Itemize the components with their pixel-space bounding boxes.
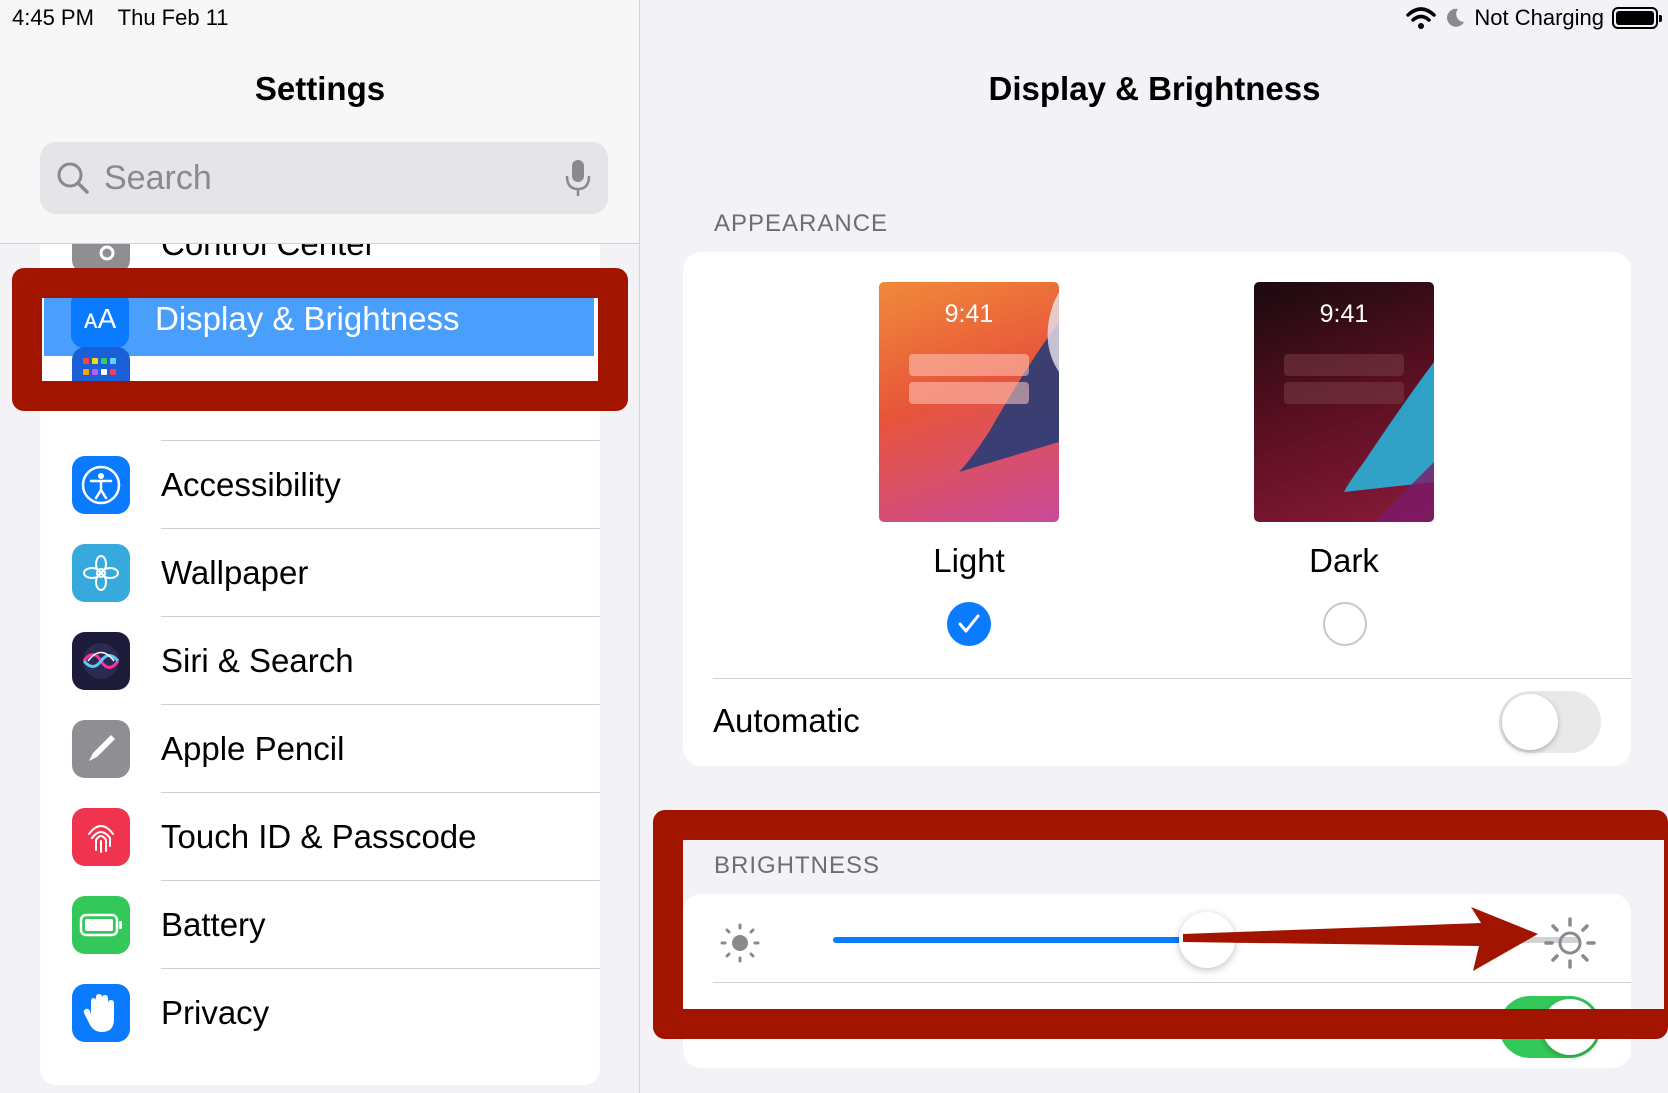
sidebar-item-siri-search[interactable]: Siri & Search <box>40 617 600 705</box>
search-input[interactable]: Search <box>104 159 564 198</box>
search-icon <box>57 162 89 194</box>
sidebar-item-label: Privacy <box>161 994 270 1031</box>
charging-status: Not Charging <box>1474 5 1604 30</box>
preview-time: 9:41 <box>944 300 994 328</box>
dark-mode-radio[interactable] <box>1323 602 1367 646</box>
status-bar-left: 4:45 PM Thu Feb 11 <box>12 5 247 31</box>
dark-mode-label: Dark <box>1309 542 1379 579</box>
light-mode-label: Light <box>933 542 1005 579</box>
status-bar-right: Not Charging <box>1406 5 1662 31</box>
flower-icon <box>72 544 130 602</box>
appearance-card: 9:41 Light 9:41 Dark Automatic <box>683 252 1631 766</box>
pencil-icon <box>72 720 130 778</box>
moon-icon <box>1447 8 1465 27</box>
sidebar-title: Settings <box>254 70 386 107</box>
sidebar-item-label: Battery <box>161 906 266 943</box>
sidebar-item-apple-pencil[interactable]: Apple Pencil <box>40 705 600 793</box>
sidebar-item-wallpaper[interactable]: Wallpaper <box>40 529 600 617</box>
appearance-header: APPEARANCE <box>714 210 889 237</box>
sidebar-header: Settings Search <box>0 0 639 244</box>
preview-time: 9:41 <box>1319 300 1369 328</box>
sidebar-item-touch-id[interactable]: Touch ID & Passcode <box>40 793 600 881</box>
battery-icon <box>72 896 130 954</box>
sidebar-item-label: Siri & Search <box>161 642 354 679</box>
light-mode-preview[interactable]: 9:41 <box>879 282 1059 522</box>
sidebar-item-label: Apple Pencil <box>161 730 345 767</box>
divider <box>713 678 1631 679</box>
sidebar-item-accessibility[interactable]: Accessibility <box>40 441 600 529</box>
siri-icon <box>72 632 130 690</box>
battery-icon <box>1612 7 1662 29</box>
search-bar[interactable]: Search <box>40 142 608 214</box>
wifi-icon <box>1406 7 1437 29</box>
highlight-box-sidebar <box>12 268 628 411</box>
sidebar-item-label: Wallpaper <box>161 554 309 591</box>
fingerprint-icon <box>72 808 130 866</box>
sidebar-item-label: Accessibility <box>161 466 341 503</box>
sidebar-item-battery[interactable]: Battery <box>40 881 600 969</box>
page-title: Display & Brightness <box>988 70 1321 107</box>
sidebar-item-privacy[interactable]: Privacy <box>40 969 600 1057</box>
status-time: 4:45 PM <box>12 5 94 30</box>
status-date: Thu Feb 11 <box>117 5 229 30</box>
dark-mode-preview[interactable]: 9:41 <box>1254 282 1434 522</box>
light-mode-checkmark[interactable] <box>947 602 991 646</box>
microphone-icon[interactable] <box>564 158 592 198</box>
checkmark-icon <box>958 614 980 633</box>
automatic-label: Automatic <box>713 702 860 739</box>
annotation-arrow <box>1183 907 1538 971</box>
detail-pane: Display & Brightness APPEARANCE 9:41 Lig… <box>641 0 1668 1093</box>
accessibility-icon <box>72 456 130 514</box>
hand-icon <box>72 984 130 1042</box>
sidebar: Control Center ᴀA Display & Brightness H… <box>0 0 640 1093</box>
sidebar-item-label: Touch ID & Passcode <box>161 818 477 855</box>
automatic-toggle[interactable] <box>1499 691 1601 753</box>
